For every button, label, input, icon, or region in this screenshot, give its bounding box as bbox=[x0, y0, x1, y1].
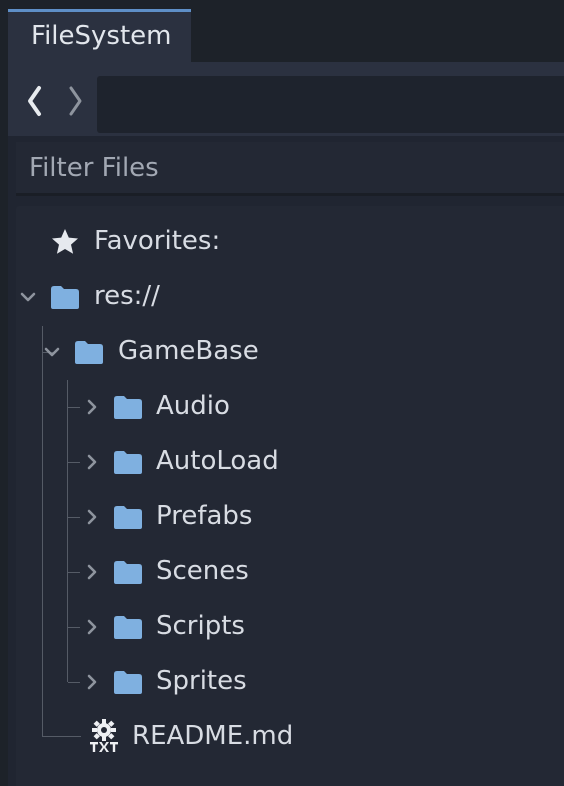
tab-filesystem[interactable]: FileSystem bbox=[8, 9, 191, 62]
readme-label: README.md bbox=[132, 721, 294, 751]
forward-button[interactable] bbox=[64, 82, 86, 120]
tree-item-readme[interactable]: README.md bbox=[16, 710, 564, 765]
tab-label: FileSystem bbox=[31, 21, 172, 51]
folder-label: Scripts bbox=[156, 611, 245, 641]
chevron-left-icon bbox=[28, 86, 41, 116]
folder-icon bbox=[114, 396, 142, 419]
tree-item-gamebase[interactable]: GameBase bbox=[16, 325, 564, 380]
folder-icon bbox=[114, 671, 142, 694]
folder-label: Audio bbox=[156, 391, 230, 421]
tree-item-sprites[interactable]: Sprites bbox=[16, 655, 564, 710]
tree-item-prefabs[interactable]: Prefabs bbox=[16, 490, 564, 545]
folder-icon bbox=[114, 451, 142, 474]
back-button[interactable] bbox=[24, 82, 46, 120]
gamebase-label: GameBase bbox=[118, 336, 259, 366]
text-file-gear-icon bbox=[90, 719, 118, 752]
folder-icon bbox=[114, 616, 142, 639]
res-root-label: res:// bbox=[94, 281, 160, 311]
chevron-right-icon[interactable] bbox=[83, 453, 101, 471]
folder-label: Scenes bbox=[156, 556, 249, 586]
tree-item-autoload[interactable]: AutoLoad bbox=[16, 435, 564, 490]
filter-placeholder: Filter Files bbox=[29, 153, 159, 183]
tree-item-favorites[interactable]: Favorites: bbox=[16, 215, 564, 270]
star-icon bbox=[52, 229, 78, 254]
folder-icon bbox=[114, 506, 142, 529]
chevron-right-icon[interactable] bbox=[83, 508, 101, 526]
chevron-right-icon[interactable] bbox=[83, 398, 101, 416]
tree-item-audio[interactable]: Audio bbox=[16, 380, 564, 435]
file-tree[interactable]: Favorites: res:// GameBase Audio AutoLoa… bbox=[16, 206, 564, 786]
path-input[interactable] bbox=[97, 76, 564, 133]
favorites-label: Favorites: bbox=[94, 226, 221, 256]
tree-item-res-root[interactable]: res:// bbox=[16, 270, 564, 325]
chevron-right-icon bbox=[69, 86, 82, 116]
filter-files-input[interactable]: Filter Files bbox=[16, 142, 564, 196]
folder-icon bbox=[75, 341, 103, 364]
tree-item-scenes[interactable]: Scenes bbox=[16, 545, 564, 600]
chevron-right-icon[interactable] bbox=[83, 673, 101, 691]
tree-item-scripts[interactable]: Scripts bbox=[16, 600, 564, 655]
filesystem-dock: FileSystem Filter Files Favorites: res:/… bbox=[8, 0, 564, 786]
chevron-right-icon[interactable] bbox=[83, 618, 101, 636]
chevron-down-icon[interactable] bbox=[43, 343, 61, 361]
chevron-down-icon[interactable] bbox=[19, 288, 37, 306]
folder-icon bbox=[114, 561, 142, 584]
folder-icon bbox=[51, 286, 79, 309]
chevron-right-icon[interactable] bbox=[83, 563, 101, 581]
folder-label: Prefabs bbox=[156, 501, 253, 531]
folder-label: AutoLoad bbox=[156, 446, 279, 476]
folder-label: Sprites bbox=[156, 666, 247, 696]
tab-bar: FileSystem bbox=[8, 0, 564, 62]
navigation-bar bbox=[8, 62, 564, 136]
